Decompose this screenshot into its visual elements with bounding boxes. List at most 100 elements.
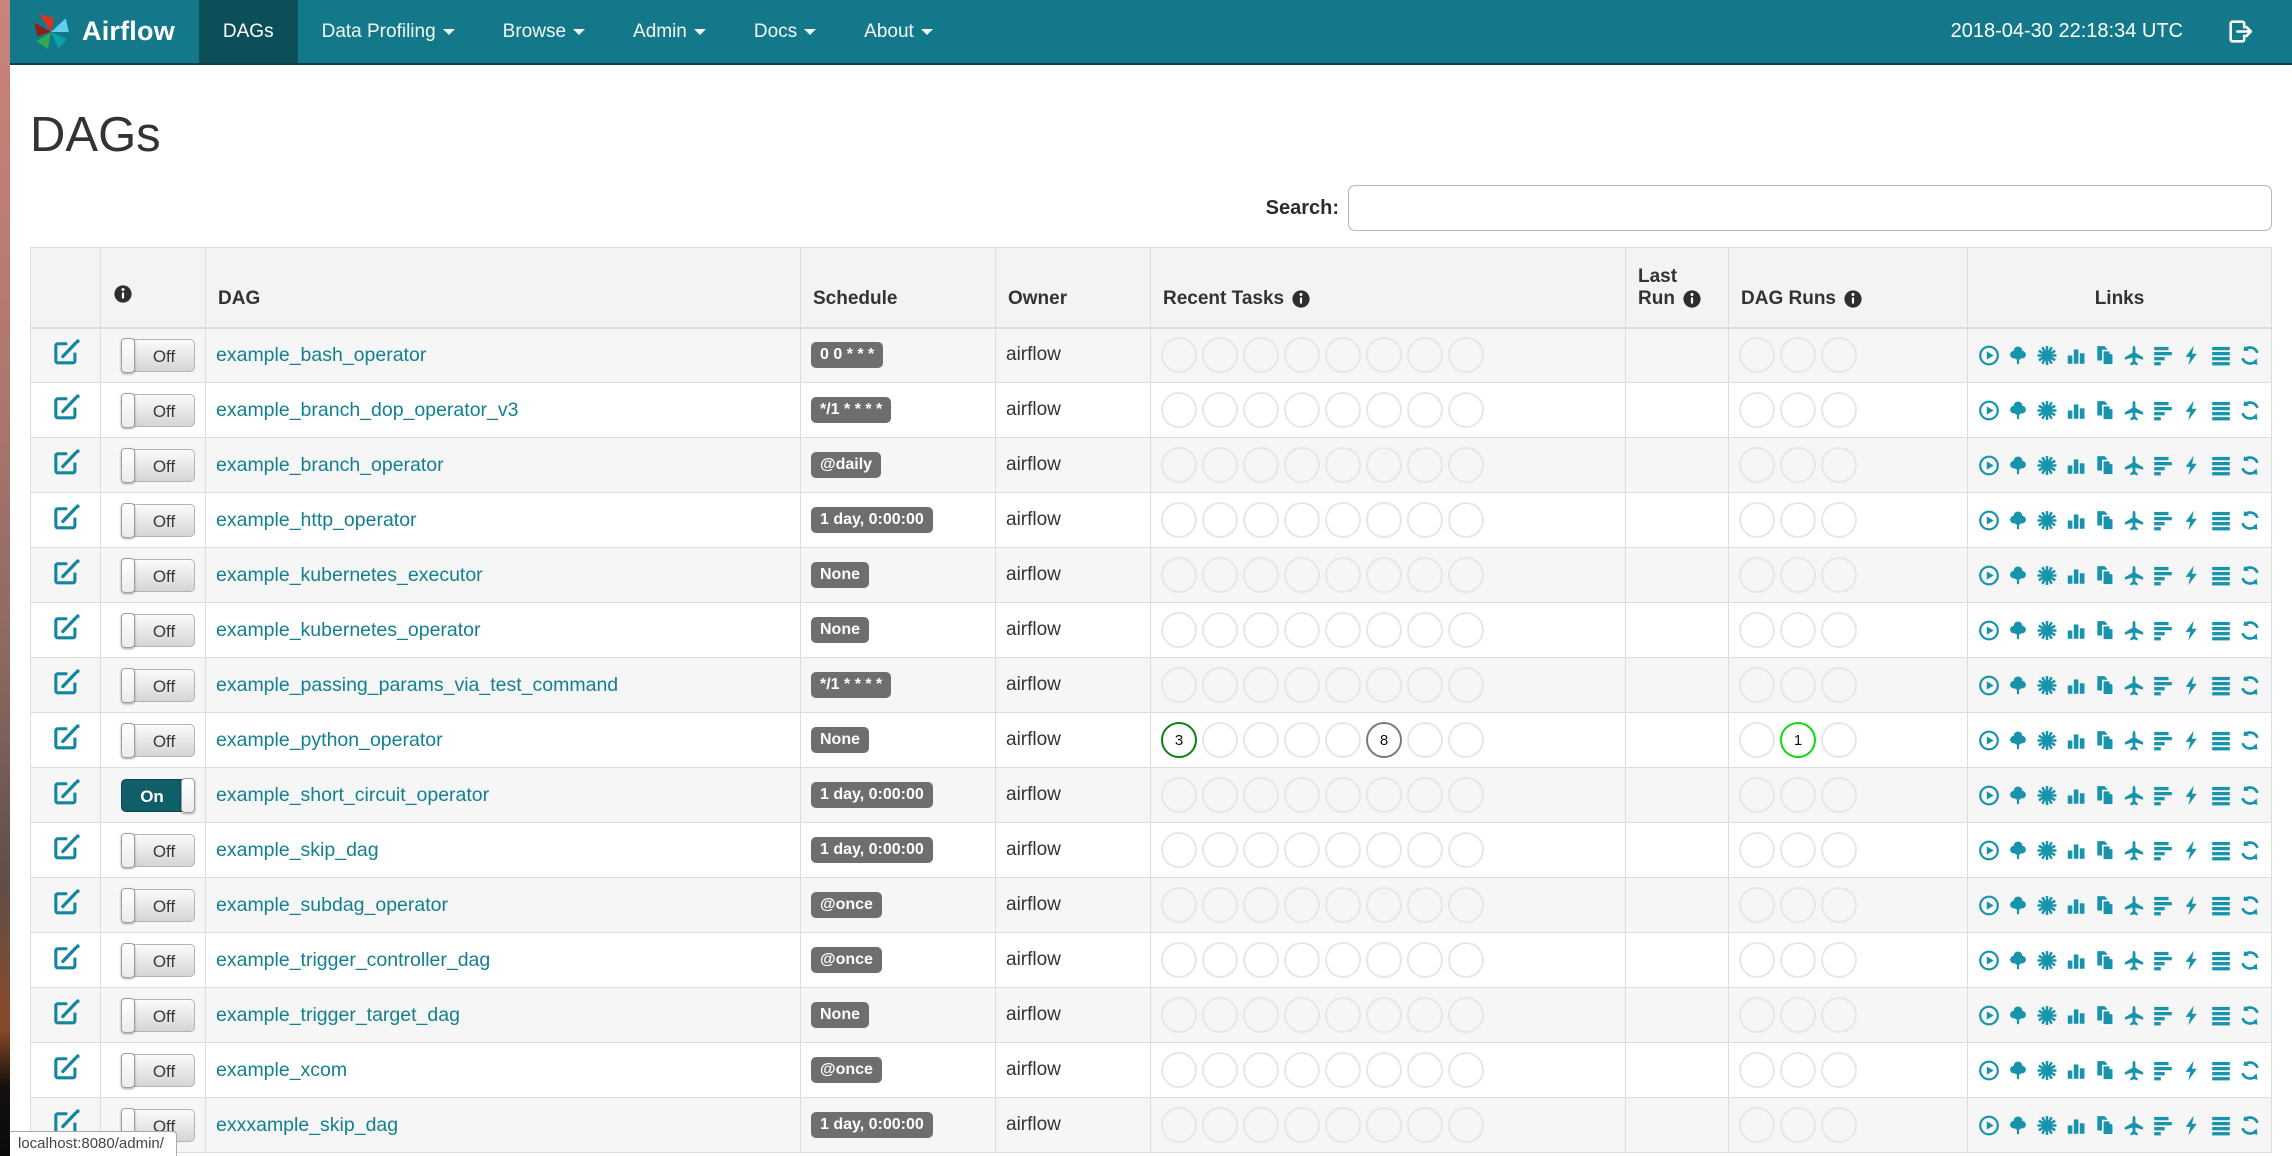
task-state-circle[interactable] [1284,447,1320,483]
graph-view-icon[interactable] [2036,1113,2058,1138]
task-state-circle[interactable] [1202,1107,1238,1143]
task-state-circle[interactable] [1284,997,1320,1033]
code-view-icon[interactable] [2181,398,2203,423]
task-state-circle[interactable] [1366,337,1402,374]
refresh-icon[interactable] [2239,563,2261,588]
task-state-circle[interactable] [1448,447,1484,483]
dag-run-circle[interactable] [1739,997,1775,1033]
task-duration-icon[interactable] [2065,563,2087,588]
task-state-circle[interactable] [1325,777,1361,813]
task-tries-icon[interactable] [2094,838,2116,863]
task-state-circle[interactable] [1243,832,1279,868]
dag-link[interactable]: example_branch_operator [216,454,444,476]
task-state-circle[interactable] [1284,502,1320,538]
task-state-circle[interactable] [1243,997,1279,1033]
task-state-circle[interactable] [1448,337,1484,374]
task-state-circle[interactable] [1366,777,1402,813]
dag-run-circle[interactable] [1739,1052,1775,1088]
graph-view-icon[interactable] [2036,673,2058,698]
code-view-icon[interactable] [2181,728,2203,753]
task-state-circle[interactable] [1284,1107,1320,1143]
task-state-circle[interactable] [1366,502,1402,538]
task-state-circle[interactable] [1284,722,1320,758]
tree-view-icon[interactable] [2007,1113,2029,1138]
task-tries-icon[interactable] [2094,563,2116,588]
landing-times-icon[interactable] [2123,508,2145,533]
tree-view-icon[interactable] [2007,948,2029,973]
dag-link[interactable]: example_bash_operator [216,344,426,366]
task-state-circle[interactable] [1161,667,1197,703]
task-state-circle[interactable] [1448,1107,1484,1143]
task-state-circle[interactable] [1325,337,1361,374]
task-state-circle[interactable] [1202,557,1238,593]
graph-view-icon[interactable] [2036,453,2058,478]
landing-times-icon[interactable] [2123,1003,2145,1028]
edit-dag-icon[interactable] [52,998,80,1026]
graph-view-icon[interactable] [2036,563,2058,588]
dag-run-circle[interactable] [1780,832,1816,868]
task-tries-icon[interactable] [2094,893,2116,918]
dag-pause-toggle[interactable]: Off [121,612,195,648]
task-state-circle[interactable] [1243,1052,1279,1088]
dag-link[interactable]: example_xcom [216,1059,347,1081]
dag-run-circle[interactable] [1739,337,1775,374]
edit-dag-icon[interactable] [52,943,80,971]
dag-run-circle[interactable] [1821,502,1857,538]
task-state-circle[interactable] [1366,447,1402,483]
task-state-circle[interactable] [1366,942,1402,978]
trigger-dag-icon[interactable] [1978,1113,2000,1138]
task-tries-icon[interactable] [2094,453,2116,478]
dag-link[interactable]: example_subdag_operator [216,894,448,916]
task-state-circle[interactable] [1202,942,1238,978]
code-view-icon[interactable] [2181,563,2203,588]
refresh-icon[interactable] [2239,343,2261,368]
dag-link[interactable]: example_http_operator [216,509,417,531]
tree-view-icon[interactable] [2007,838,2029,863]
task-state-circle[interactable] [1161,777,1197,813]
refresh-icon[interactable] [2239,1003,2261,1028]
task-state-circle[interactable] [1407,942,1443,978]
gantt-view-icon[interactable] [2152,673,2174,698]
task-state-circle[interactable] [1407,667,1443,703]
task-state-circle[interactable] [1366,612,1402,648]
dag-run-circle[interactable] [1780,1052,1816,1088]
dag-run-circle[interactable] [1739,557,1775,593]
task-state-circle[interactable] [1366,997,1402,1033]
task-state-circle[interactable] [1243,887,1279,923]
dag-pause-toggle[interactable]: Off [121,997,195,1033]
task-duration-icon[interactable] [2065,618,2087,643]
task-state-circle[interactable] [1407,502,1443,538]
trigger-dag-icon[interactable] [1978,728,2000,753]
dag-run-circle[interactable] [1739,612,1775,648]
graph-view-icon[interactable] [2036,1058,2058,1083]
edit-dag-icon[interactable] [52,448,80,476]
dag-link[interactable]: example_skip_dag [216,839,379,861]
graph-view-icon[interactable] [2036,728,2058,753]
dag-run-circle[interactable] [1780,612,1816,648]
dag-run-circle[interactable] [1821,447,1857,483]
dag-run-circle[interactable] [1739,667,1775,703]
task-tries-icon[interactable] [2094,948,2116,973]
task-state-circle[interactable] [1448,997,1484,1033]
trigger-dag-icon[interactable] [1978,1058,2000,1083]
dag-run-circle[interactable] [1739,832,1775,868]
tree-view-icon[interactable] [2007,398,2029,423]
trigger-dag-icon[interactable] [1978,453,2000,478]
code-view-icon[interactable] [2181,1058,2203,1083]
task-state-circle[interactable] [1366,667,1402,703]
dag-run-circle[interactable] [1780,997,1816,1033]
dag-link[interactable]: exxxample_skip_dag [216,1114,398,1136]
nav-item-data-profiling[interactable]: Data Profiling [298,0,479,63]
code-view-icon[interactable] [2181,838,2203,863]
tree-view-icon[interactable] [2007,673,2029,698]
landing-times-icon[interactable] [2123,563,2145,588]
task-state-circle[interactable] [1284,557,1320,593]
task-state-circle[interactable] [1448,942,1484,978]
task-state-circle[interactable] [1448,557,1484,593]
task-tries-icon[interactable] [2094,508,2116,533]
task-state-circle[interactable] [1202,887,1238,923]
task-state-circle[interactable] [1161,997,1197,1033]
task-duration-icon[interactable] [2065,673,2087,698]
dag-run-circle[interactable] [1780,392,1816,428]
task-state-circle[interactable] [1407,447,1443,483]
